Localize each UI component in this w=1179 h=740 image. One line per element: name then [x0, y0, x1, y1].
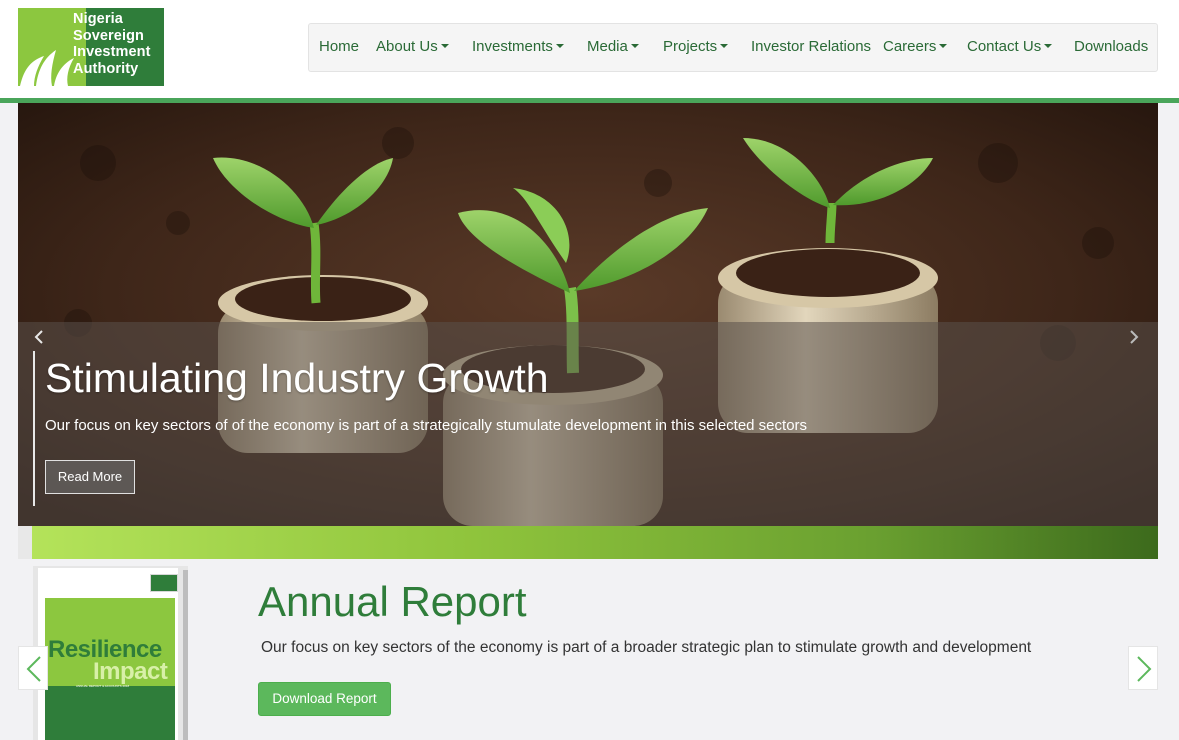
- caret-down-icon: [630, 44, 639, 48]
- logo-line: Nigeria: [73, 11, 123, 27]
- nav-about-us[interactable]: About Us: [376, 24, 449, 71]
- download-report-button[interactable]: Download Report: [258, 682, 391, 716]
- logo-line: Investment: [73, 44, 151, 60]
- annual-report-description: Our focus on key sectors of the economy …: [261, 639, 1032, 656]
- hero-slider: Stimulating Industry Growth Our focus on…: [18, 103, 1158, 526]
- caret-down-icon: [1044, 44, 1053, 48]
- nav-label: Projects: [663, 38, 718, 55]
- nav-contact-us[interactable]: Contact Us: [967, 24, 1053, 71]
- chevron-right-icon: [1130, 330, 1139, 344]
- caret-down-icon: [939, 44, 948, 48]
- hero-next-arrow[interactable]: [1129, 329, 1139, 349]
- nav-downloads[interactable]: Downloads: [1074, 24, 1148, 71]
- hero-prev-arrow[interactable]: [34, 329, 44, 349]
- chevron-left-icon: [26, 656, 41, 682]
- chevron-right-icon: [1137, 656, 1152, 682]
- cover-title-word: Impact: [93, 658, 168, 685]
- nav-label: Investments: [472, 38, 553, 55]
- nav-media[interactable]: Media: [587, 24, 639, 71]
- nav-careers[interactable]: Careers: [883, 24, 948, 71]
- cover-logo-icon: [150, 574, 178, 592]
- nav-label: Downloads: [1074, 38, 1149, 55]
- caret-down-icon: [440, 44, 449, 48]
- nav-home[interactable]: Home: [319, 24, 359, 71]
- read-more-button[interactable]: Read More: [45, 460, 135, 494]
- nav-label: Contact Us: [967, 38, 1042, 55]
- caret-down-icon: [555, 44, 564, 48]
- logo-line: Sovereign: [73, 27, 145, 44]
- nav-investor-relations[interactable]: Investor Relations: [751, 24, 871, 71]
- main-nav: Home About Us Investments Media Projects…: [308, 23, 1158, 72]
- report-prev-arrow[interactable]: [18, 646, 48, 690]
- nav-investments[interactable]: Investments: [472, 24, 564, 71]
- cover-subtitle: ANNUAL REPORT & ACCOUNTS 2018: [76, 684, 130, 688]
- nav-label: Investor Relations: [751, 38, 872, 55]
- site-header: Nigeria Sovereign Investment Authority H…: [0, 0, 1179, 98]
- nav-label: Media: [587, 38, 628, 55]
- cover-shadow: [183, 570, 188, 740]
- site-logo[interactable]: Nigeria Sovereign Investment Authority: [18, 8, 164, 86]
- nav-label: About Us: [376, 38, 438, 55]
- nav-label: Careers: [883, 38, 937, 55]
- annual-report-cover[interactable]: Resilience Impact ANNUAL REPORT & ACCOUN…: [33, 566, 188, 740]
- logo-text: Nigeria Sovereign Investment Authority: [73, 11, 151, 77]
- hero-green-bar: [18, 526, 1158, 559]
- caption-accent-line: [33, 351, 35, 506]
- cover-page: Resilience Impact ANNUAL REPORT & ACCOUN…: [38, 568, 178, 740]
- report-next-arrow[interactable]: [1128, 646, 1158, 690]
- caret-down-icon: [720, 44, 729, 48]
- cover-band: [45, 686, 175, 740]
- logo-line: Authority: [73, 60, 139, 77]
- nav-projects[interactable]: Projects: [663, 24, 729, 71]
- hero-title: Stimulating Industry Growth: [45, 355, 549, 401]
- chevron-left-icon: [34, 330, 43, 344]
- hero-subtitle: Our focus on key sectors of of the econo…: [45, 417, 808, 434]
- nav-label: Home: [319, 38, 360, 55]
- annual-report-title: Annual Report: [258, 578, 527, 625]
